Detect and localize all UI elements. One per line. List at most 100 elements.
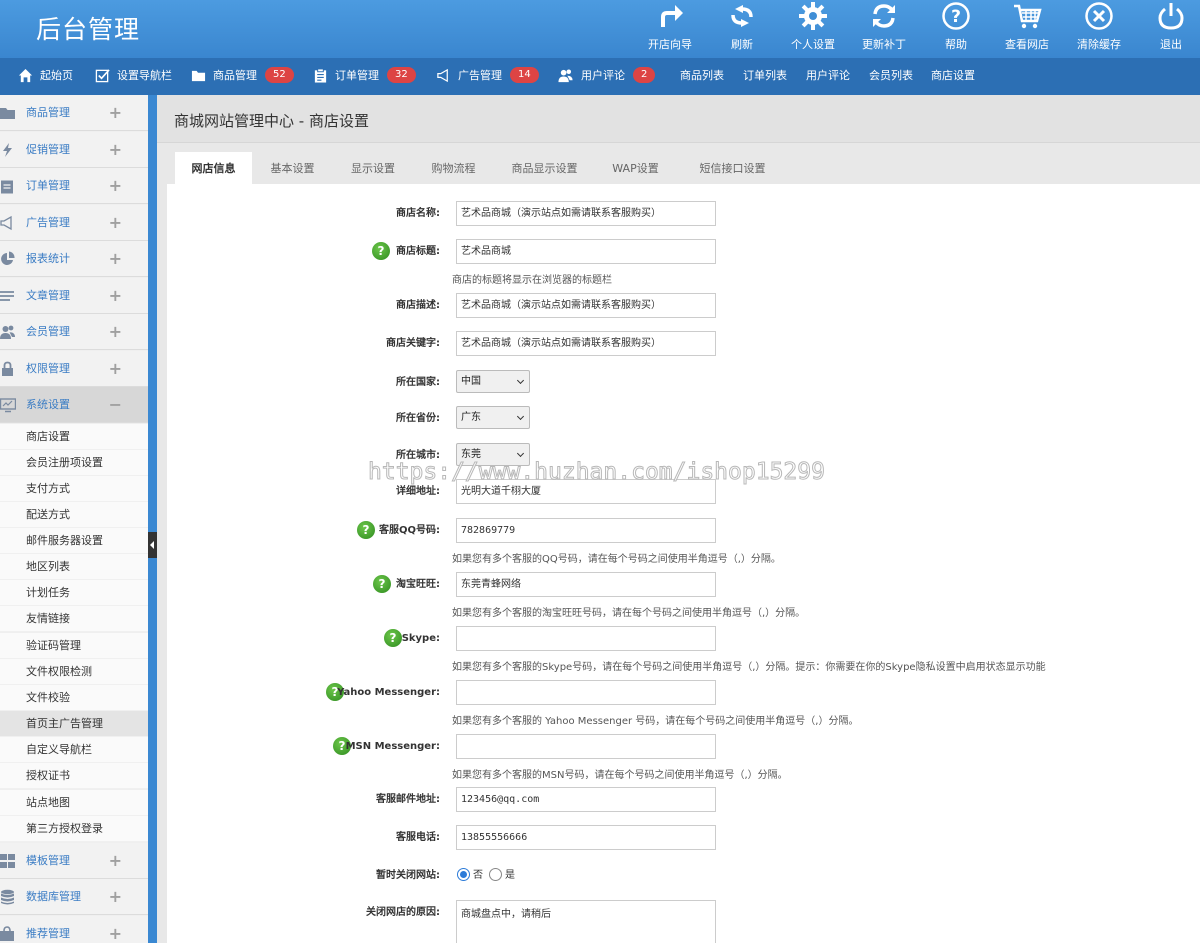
tab-wap[interactable]: WAP设置 bbox=[599, 152, 672, 185]
help-icon[interactable]: ? bbox=[373, 575, 391, 593]
clear-cache-button[interactable]: 清除缓存 bbox=[1064, 0, 1134, 58]
wangwang-input[interactable]: 东莞青蜂网络 bbox=[456, 572, 716, 597]
field-label: 淘宝旺旺: bbox=[396, 579, 440, 590]
nav-item-set-navbar[interactable]: 设置导航栏 bbox=[95, 58, 172, 95]
logout-button[interactable]: 退出 bbox=[1136, 0, 1200, 58]
field-label: Skype: bbox=[401, 633, 440, 644]
help-icon[interactable]: ? bbox=[372, 242, 390, 260]
shop-desc-input[interactable]: 艺术品商城（演示站点如需请联系客服购买） bbox=[456, 293, 716, 318]
sidebar-group-permissions[interactable]: 权限管理 + bbox=[0, 351, 148, 387]
help-icon[interactable]: ? bbox=[384, 629, 402, 647]
nav-item-orders[interactable]: 订单管理 32 bbox=[313, 58, 416, 95]
help-icon[interactable]: ? bbox=[357, 521, 375, 539]
field-label: 所在省份: bbox=[396, 413, 440, 424]
page-title: 商城网站管理中心 - 商店设置 bbox=[174, 112, 369, 130]
nav-item-home[interactable]: 起始页 bbox=[18, 58, 73, 95]
sidebar-item-oauth[interactable]: 第三方授权登录 bbox=[0, 816, 148, 842]
country-select[interactable]: 中国 bbox=[456, 370, 530, 393]
tab-display[interactable]: 显示设置 bbox=[337, 152, 409, 185]
sidebar-item-links[interactable]: 友情链接 bbox=[0, 606, 148, 632]
phone-input[interactable]: 13855556666 bbox=[456, 825, 716, 850]
sidebar-item-regions[interactable]: 地区列表 bbox=[0, 554, 148, 580]
sidebar-group-label: 会员管理 bbox=[26, 325, 70, 338]
help-button[interactable]: ? 帮助 bbox=[921, 0, 991, 58]
sidebar-group-articles[interactable]: 文章管理 + bbox=[0, 278, 148, 314]
sidebar-item-payment[interactable]: 支付方式 bbox=[0, 476, 148, 502]
megaphone-icon bbox=[0, 215, 12, 231]
sidebar-group-recommend[interactable]: 推荐管理 + bbox=[0, 916, 148, 943]
sidebar-item-home-ads[interactable]: 首页主广告管理 bbox=[0, 711, 148, 737]
yahoo-input[interactable] bbox=[456, 680, 716, 705]
share-icon bbox=[0, 926, 14, 941]
sidebar-item-custom-nav[interactable]: 自定义导航栏 bbox=[0, 737, 148, 763]
sidebar-group-promotion[interactable]: 促销管理 + bbox=[0, 132, 148, 168]
users-icon bbox=[0, 325, 15, 339]
tab-basic[interactable]: 基本设置 bbox=[257, 152, 328, 185]
sidebar-item-file-perms[interactable]: 文件权限检测 bbox=[0, 659, 148, 685]
expand-icon: + bbox=[108, 249, 122, 268]
nav-item-goods[interactable]: 商品管理 52 bbox=[191, 58, 294, 95]
msn-input[interactable] bbox=[456, 734, 716, 759]
personal-settings-button[interactable]: 个人设置 bbox=[778, 0, 848, 58]
sidebar-group-database[interactable]: 数据库管理 + bbox=[0, 879, 148, 915]
tab-checkout[interactable]: 购物流程 bbox=[417, 152, 490, 185]
setup-wizard-button[interactable]: 开店向导 bbox=[635, 0, 705, 58]
close-reason-textarea[interactable]: 商城盘点中，请稍后 bbox=[456, 900, 716, 943]
skype-input[interactable] bbox=[456, 626, 716, 651]
nav-link-goods-list[interactable]: 商品列表 bbox=[680, 58, 724, 95]
nav-link-user-comments[interactable]: 用户评论 bbox=[806, 58, 850, 95]
radio-label: 是 bbox=[505, 870, 515, 881]
shop-keywords-input[interactable]: 艺术品商城（演示站点如需请联系客服购买） bbox=[456, 331, 716, 356]
sidebar-group-reports[interactable]: 报表统计 + bbox=[0, 241, 148, 277]
sidebar-group-members[interactable]: 会员管理 + bbox=[0, 314, 148, 350]
tool-label: 帮助 bbox=[945, 38, 967, 51]
field-label: 商店标题: bbox=[396, 246, 440, 257]
chevron-down-icon bbox=[516, 412, 525, 421]
address-input[interactable]: 光明大道千栩大厦 bbox=[456, 479, 716, 504]
sidebar-group-label: 广告管理 bbox=[26, 216, 70, 229]
update-patch-button[interactable]: 更新补丁 bbox=[849, 0, 919, 58]
sidebar-group-system[interactable]: 系统设置 − bbox=[0, 387, 148, 423]
sidebar-item-license[interactable]: 授权证书 bbox=[0, 763, 148, 789]
tab-sms[interactable]: 短信接口设置 bbox=[682, 152, 783, 185]
shop-title-input[interactable]: 艺术品商城 bbox=[456, 239, 716, 264]
sidebar-item-register-fields[interactable]: 会员注册项设置 bbox=[0, 450, 148, 476]
expand-icon: + bbox=[108, 322, 122, 341]
qq-input[interactable]: 782869779 bbox=[456, 518, 716, 543]
sidebar-item-file-check[interactable]: 文件校验 bbox=[0, 685, 148, 711]
nav-item-comments[interactable]: 用户评论 2 bbox=[558, 58, 656, 95]
tab-goods-display[interactable]: 商品显示设置 bbox=[498, 152, 591, 185]
city-select[interactable]: 东莞 bbox=[456, 443, 530, 466]
nav-item-ads[interactable]: 广告管理 14 bbox=[436, 58, 539, 95]
sidebar-item-sitemap[interactable]: 站点地图 bbox=[0, 790, 148, 816]
province-select[interactable]: 广东 bbox=[456, 406, 530, 429]
sidebar-group-templates[interactable]: 模板管理 + bbox=[0, 843, 148, 879]
settings-tabs: 网店信息 基本设置 显示设置 购物流程 商品显示设置 WAP设置 短信接口设置 bbox=[167, 150, 1200, 185]
nav-label: 设置导航栏 bbox=[117, 69, 172, 82]
view-shop-button[interactable]: 查看网店 bbox=[992, 0, 1062, 58]
close-site-no-radio[interactable] bbox=[457, 868, 470, 881]
sidebar-group-goods[interactable]: 商品管理 + bbox=[0, 95, 148, 131]
email-input[interactable]: 123456@qq.com bbox=[456, 787, 716, 812]
sidebar-item-shop-settings[interactable]: 商店设置 bbox=[0, 424, 148, 450]
monitor-icon bbox=[0, 398, 16, 413]
sidebar-group-ads[interactable]: 广告管理 + bbox=[0, 205, 148, 241]
cart-icon bbox=[1014, 4, 1042, 29]
nav-link-order-list[interactable]: 订单列表 bbox=[743, 58, 787, 95]
sidebar-collapse-toggle[interactable] bbox=[148, 532, 157, 558]
top-header: 后台管理 开店向导 刷新 个人设置 更新补丁 ? 帮助 查看网店 清除缓存 退出 bbox=[0, 0, 1200, 58]
sidebar-group-orders[interactable]: 订单管理 + bbox=[0, 168, 148, 204]
sidebar-item-mail-server[interactable]: 邮件服务器设置 bbox=[0, 528, 148, 554]
refresh-button[interactable]: 刷新 bbox=[707, 0, 777, 58]
tab-shop-info[interactable]: 网店信息 bbox=[175, 152, 252, 185]
close-site-yes-radio[interactable] bbox=[489, 868, 502, 881]
nav-link-member-list[interactable]: 会员列表 bbox=[869, 58, 913, 95]
sidebar-item-cron[interactable]: 计划任务 bbox=[0, 580, 148, 606]
refresh-icon bbox=[731, 5, 753, 27]
shop-name-input[interactable]: 艺术品商城（演示站点如需请联系客服购买） bbox=[456, 201, 716, 226]
sidebar-item-captcha[interactable]: 验证码管理 bbox=[0, 633, 148, 659]
bolt-icon bbox=[3, 143, 12, 157]
tool-label: 清除缓存 bbox=[1077, 38, 1121, 51]
nav-link-shop-settings[interactable]: 商店设置 bbox=[931, 58, 975, 95]
sidebar-item-shipping[interactable]: 配送方式 bbox=[0, 502, 148, 528]
